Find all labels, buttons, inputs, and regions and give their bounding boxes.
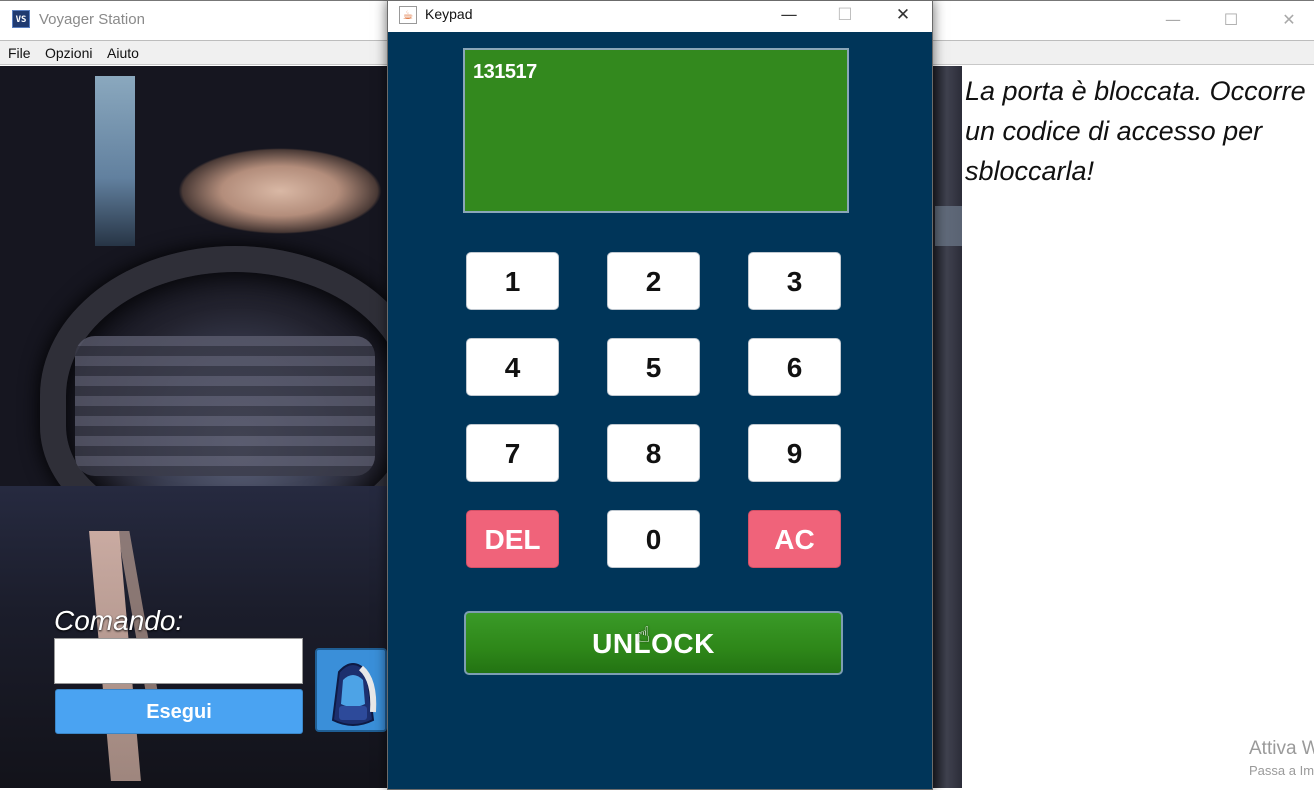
hand-cursor-icon: ☝ <box>637 623 651 648</box>
key-2[interactable]: 2 <box>607 252 700 310</box>
clear-all-button[interactable]: AC <box>748 510 841 568</box>
backpack-icon <box>317 650 385 730</box>
minimize-button[interactable]: — <box>1150 1 1196 39</box>
keypad-window: ☕ Keypad — ☐ ✕ 131517 1 2 3 4 5 6 7 8 9 … <box>387 0 933 790</box>
description-text: La porta è bloccata. Occorre un codice d… <box>965 76 1306 186</box>
key-8[interactable]: 8 <box>607 424 700 482</box>
menu-file[interactable]: File <box>8 45 31 61</box>
scene-wall-stripes <box>75 336 375 476</box>
key-1[interactable]: 1 <box>466 252 559 310</box>
activation-watermark-subtitle: Passa a Impostazioni per attivare Window… <box>1249 763 1314 778</box>
code-display-value: 131517 <box>473 61 537 83</box>
maximize-button[interactable]: ☐ <box>1208 1 1254 39</box>
key-3[interactable]: 3 <box>748 252 841 310</box>
scene-right-wall <box>932 66 962 788</box>
java-icon: ☕ <box>399 6 417 24</box>
key-4[interactable]: 4 <box>466 338 559 396</box>
key-7[interactable]: 7 <box>466 424 559 482</box>
activation-watermark-title: Attiva Windows <box>1249 738 1314 759</box>
scene-wall-panel <box>935 206 962 246</box>
description-panel: La porta è bloccata. Occorre un codice d… <box>962 66 1314 788</box>
app-icon: VS <box>12 10 30 28</box>
scene-skylight <box>95 76 135 246</box>
close-button[interactable]: ✕ <box>1266 1 1312 39</box>
menu-opzioni[interactable]: Opzioni <box>45 45 92 61</box>
keypad-titlebar: ☕ Keypad — ☐ ✕ <box>388 1 932 32</box>
keypad-maximize-button[interactable]: ☐ <box>822 1 868 31</box>
key-6[interactable]: 6 <box>748 338 841 396</box>
window-title: Voyager Station <box>39 11 145 28</box>
keypad-minimize-button[interactable]: — <box>766 1 812 31</box>
delete-button[interactable]: DEL <box>466 510 559 568</box>
code-display: 131517 <box>463 48 849 213</box>
keypad-close-button[interactable]: ✕ <box>880 1 926 31</box>
menu-aiuto[interactable]: Aiuto <box>107 45 139 61</box>
command-input[interactable] <box>54 638 303 684</box>
inventory-button[interactable] <box>315 648 387 732</box>
run-button[interactable]: Esegui <box>55 689 303 734</box>
keypad-title: Keypad <box>425 6 473 22</box>
command-label: Comando: <box>54 605 184 636</box>
key-0[interactable]: 0 <box>607 510 700 568</box>
scene-floor <box>0 486 400 788</box>
key-9[interactable]: 9 <box>748 424 841 482</box>
key-5[interactable]: 5 <box>607 338 700 396</box>
